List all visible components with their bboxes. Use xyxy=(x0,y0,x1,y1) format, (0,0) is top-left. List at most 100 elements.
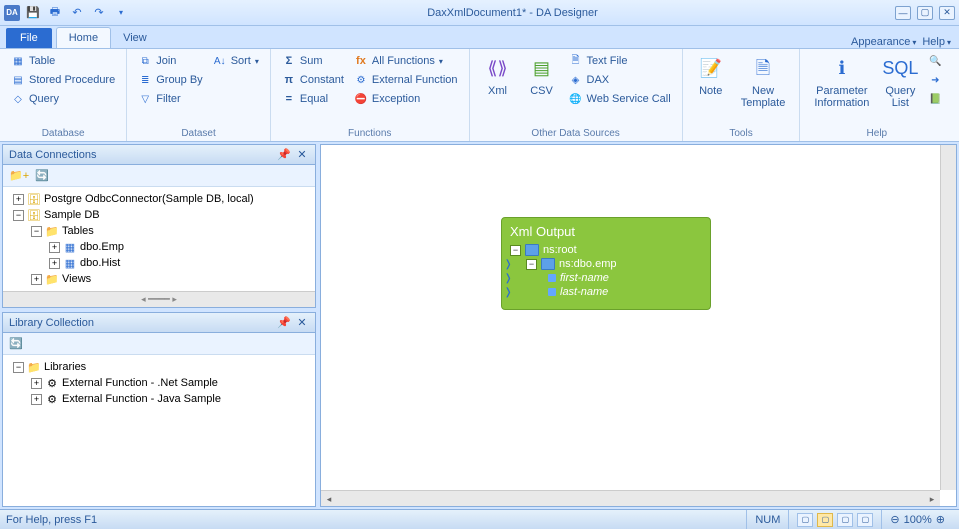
all-functions-button[interactable]: fxAll Functions▾ xyxy=(351,53,461,69)
dax-button[interactable]: ◈DAX xyxy=(566,72,674,88)
port-icon[interactable]: ❭ xyxy=(504,273,514,283)
dc-tree[interactable]: +🗄Postgre OdbcConnector(Sample DB, local… xyxy=(3,187,315,291)
sort-button[interactable]: A↓Sort▾ xyxy=(210,53,262,69)
help-arrow-button[interactable]: ➜ xyxy=(925,72,945,88)
tab-view[interactable]: View xyxy=(111,28,159,48)
csv-icon: ▤ xyxy=(528,55,556,83)
pin-icon[interactable]: 📌 xyxy=(277,148,291,162)
tree-item[interactable]: Views xyxy=(62,273,91,285)
collapse-icon[interactable]: − xyxy=(31,226,42,237)
maximize-button[interactable]: ▢ xyxy=(917,6,933,20)
group-label-tools: Tools xyxy=(691,126,792,139)
tab-home[interactable]: Home xyxy=(56,27,111,48)
groupby-button[interactable]: ≣Group By xyxy=(135,72,205,88)
note-icon: 📝 xyxy=(697,55,725,83)
panel-close-icon[interactable]: ✕ xyxy=(295,316,309,330)
collapse-icon[interactable]: − xyxy=(510,245,521,256)
folder-icon: 📁 xyxy=(45,224,59,238)
equal-button[interactable]: =Equal xyxy=(279,91,347,107)
lc-tree[interactable]: −📁Libraries +⚙External Function - .Net S… xyxy=(3,355,315,506)
refresh-icon[interactable]: 🔄 xyxy=(35,169,49,182)
tree-item[interactable]: Sample DB xyxy=(44,209,100,221)
panel-close-icon[interactable]: ✕ xyxy=(295,148,309,162)
refresh-icon[interactable]: 🔄 xyxy=(9,337,23,350)
constant-icon: π xyxy=(282,73,296,87)
tab-file[interactable]: File xyxy=(6,28,52,48)
arrow-icon: ➜ xyxy=(928,73,942,87)
webservice-button[interactable]: 🌐Web Service Call xyxy=(566,91,674,107)
view-mode-4[interactable]: ▢ xyxy=(857,513,873,527)
view-mode-1[interactable]: ▢ xyxy=(797,513,813,527)
port-icon[interactable]: ❭ xyxy=(504,287,514,297)
canvas-v-scrollbar[interactable] xyxy=(940,145,956,490)
collapse-icon[interactable]: − xyxy=(13,210,24,221)
pin-icon[interactable]: 📌 xyxy=(277,316,291,330)
expand-icon[interactable]: + xyxy=(13,194,24,205)
xml-first[interactable]: first-name xyxy=(560,272,609,284)
save-icon[interactable]: 💾 xyxy=(24,4,42,22)
zoom-out-icon[interactable]: ⊖ xyxy=(890,513,899,526)
filter-button[interactable]: ▽Filter xyxy=(135,91,205,107)
exception-button[interactable]: ⛔Exception xyxy=(351,91,461,107)
filter-icon: ▽ xyxy=(138,92,152,106)
ribbon-tabs: File Home View Appearance Help xyxy=(0,26,959,48)
sum-button[interactable]: ΣSum xyxy=(279,53,347,69)
tree-item[interactable]: External Function - Java Sample xyxy=(62,393,221,405)
note-button[interactable]: 📝Note xyxy=(691,53,731,126)
parameter-info-button[interactable]: ℹParameter Information xyxy=(808,53,875,126)
collapse-icon[interactable]: − xyxy=(526,259,537,270)
zoom-in-icon[interactable]: ⊕ xyxy=(936,513,945,526)
table-icon: ▦ xyxy=(63,240,77,254)
xml-emp[interactable]: ns:dbo.emp xyxy=(559,258,616,270)
xml-root[interactable]: ns:root xyxy=(543,244,577,256)
tree-item[interactable]: External Function - .Net Sample xyxy=(62,377,218,389)
h-scrollbar[interactable]: ◂ ━━━━ ▸ xyxy=(3,291,315,307)
xml-output-node[interactable]: Xml Output −ns:root ❭ −ns:dbo.emp ❭ firs… xyxy=(501,217,711,310)
tree-item[interactable]: dbo.Emp xyxy=(80,241,124,253)
db-icon: 🗄 xyxy=(27,208,41,222)
stored-procedure-button[interactable]: ▤Stored Procedure xyxy=(8,72,118,88)
xml-last[interactable]: last-name xyxy=(560,286,608,298)
redo-icon[interactable]: ↷ xyxy=(90,4,108,22)
appearance-menu[interactable]: Appearance xyxy=(851,36,916,48)
expand-icon[interactable]: + xyxy=(31,394,42,405)
canvas-wrap: Xml Output −ns:root ❭ −ns:dbo.emp ❭ firs… xyxy=(318,142,959,509)
table-icon: ▦ xyxy=(63,256,77,270)
undo-icon[interactable]: ↶ xyxy=(68,4,86,22)
help-menu[interactable]: Help xyxy=(922,36,951,48)
expand-icon[interactable]: + xyxy=(49,258,60,269)
view-mode-3[interactable]: ▢ xyxy=(837,513,853,527)
csv-button[interactable]: ▤CSV xyxy=(522,53,562,126)
db-icon: 🗄 xyxy=(27,192,41,206)
expand-icon[interactable]: + xyxy=(49,242,60,253)
query-list-button[interactable]: SQLQuery List xyxy=(879,53,921,126)
add-connection-icon[interactable]: 📁+ xyxy=(9,169,29,182)
tree-item[interactable]: Postgre OdbcConnector(Sample DB, local) xyxy=(44,193,254,205)
tree-item[interactable]: Libraries xyxy=(44,361,86,373)
textfile-button[interactable]: 🗎Text File xyxy=(566,53,674,69)
table-button[interactable]: ▦Table xyxy=(8,53,118,69)
qat-dropdown-icon[interactable]: ▾ xyxy=(112,4,130,22)
view-mode-2[interactable]: ▢ xyxy=(817,513,833,527)
xml-button[interactable]: ⟪⟫Xml xyxy=(478,53,518,126)
help-book-button[interactable]: 📗 xyxy=(925,91,945,107)
tree-item[interactable]: dbo.Hist xyxy=(80,257,120,269)
query-button[interactable]: ◇Query xyxy=(8,91,118,107)
print-icon[interactable]: 🖶 xyxy=(46,4,64,22)
canvas-h-scrollbar[interactable]: ◂▸ xyxy=(321,490,940,506)
new-template-button[interactable]: 🗎New Template xyxy=(735,53,792,126)
query-icon: ◇ xyxy=(11,92,25,106)
close-button[interactable]: ✕ xyxy=(939,6,955,20)
port-icon[interactable]: ❭ xyxy=(504,259,514,269)
constant-button[interactable]: πConstant xyxy=(279,72,347,88)
minimize-button[interactable]: — xyxy=(895,6,911,20)
expand-icon[interactable]: + xyxy=(31,378,42,389)
tree-item[interactable]: Tables xyxy=(62,225,94,237)
collapse-icon[interactable]: − xyxy=(13,362,24,373)
external-function-button[interactable]: ⚙External Function xyxy=(351,72,461,88)
join-button[interactable]: ⧉Join xyxy=(135,53,205,69)
help-find-button[interactable]: 🔍 xyxy=(925,53,945,69)
zoom-value: 100% xyxy=(904,514,932,526)
expand-icon[interactable]: + xyxy=(31,274,42,285)
design-canvas[interactable]: Xml Output −ns:root ❭ −ns:dbo.emp ❭ firs… xyxy=(320,144,957,507)
